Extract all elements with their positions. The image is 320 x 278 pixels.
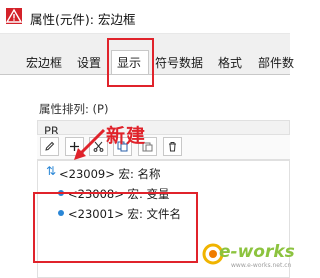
watermark-sub: www.e-works.net.cn (231, 262, 292, 269)
bullet-icon (58, 210, 64, 216)
watermark-text: e-works (219, 242, 295, 262)
watermark-logo: e-works www.e-works.net.cn (201, 232, 295, 272)
tree-row[interactable]: <23001> 宏: 文件名 (38, 203, 238, 223)
tree-row[interactable]: ⇅ <23009> 宏: 名称 (38, 163, 238, 183)
sort-icon[interactable]: ⇅ (46, 164, 56, 178)
tree-item-label: <23001> 宏: 文件名 (68, 207, 182, 221)
tree-item-label: <23008> 宏: 变量 (68, 187, 170, 201)
tree-row[interactable]: <23008> 宏: 变量 (38, 183, 238, 203)
bullet-icon (58, 190, 64, 196)
tree-item-label: <23009> 宏: 名称 (59, 167, 161, 181)
